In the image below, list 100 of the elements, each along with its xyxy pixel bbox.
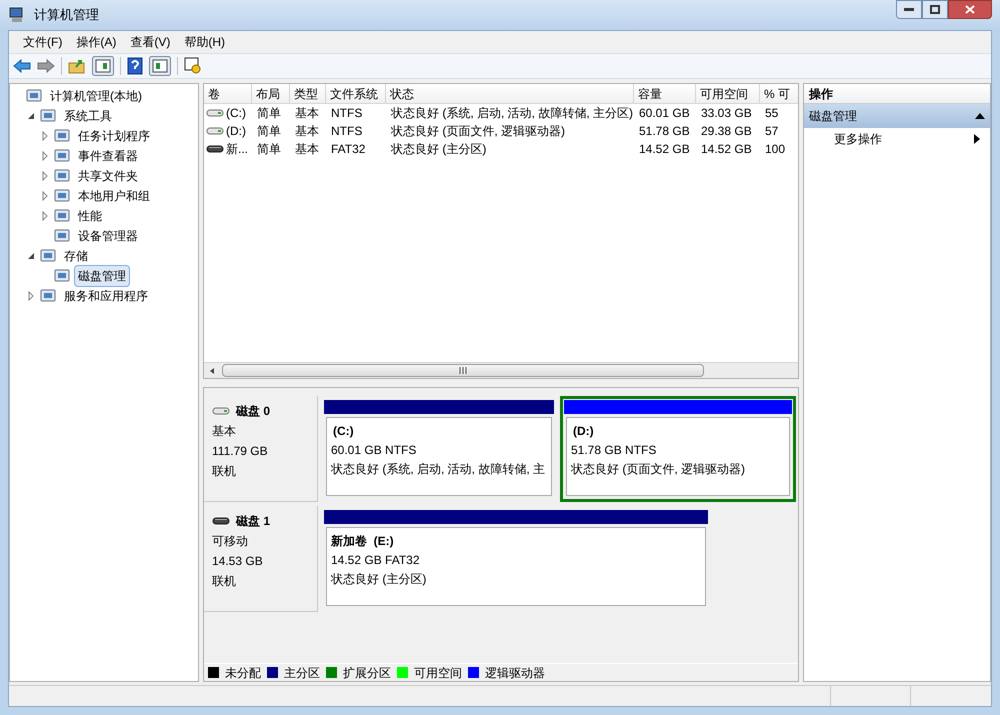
table-cell-text: 状态良好 (页面文件, 逻辑驱动器) [391, 123, 565, 140]
section-title: 磁盘管理 [809, 108, 857, 125]
drive-icon [212, 406, 230, 416]
table-cell-text: 基本 [295, 105, 319, 122]
column-header[interactable]: 类型 [290, 84, 326, 103]
table-cell-text: 基本 [295, 141, 319, 158]
drive-icon [212, 516, 230, 526]
node-icon [53, 148, 71, 164]
node-icon [53, 228, 71, 244]
table-cell-text: 100 [765, 141, 786, 158]
column-header[interactable]: 可用空间 [696, 84, 760, 103]
close-icon [965, 5, 975, 14]
tree-item[interactable]: 系统工具 [60, 105, 116, 127]
table-cell-text: 简单 [257, 105, 281, 122]
node-icon [39, 108, 57, 124]
tree-item[interactable]: 本地用户和组 [74, 185, 154, 207]
drive-icon [206, 126, 224, 136]
section-header[interactable]: 磁盘管理 [804, 104, 990, 128]
table-cell-text: NTFS [331, 123, 362, 140]
node-icon [53, 188, 71, 204]
column-header[interactable]: 布局 [252, 84, 290, 103]
drive-icon [206, 144, 224, 154]
node-icon [39, 288, 57, 304]
partition-status: 状态良好 (主分区) [331, 571, 428, 588]
table-cell-text: 简单 [257, 141, 281, 158]
table-cell-text: 51.78 GB [639, 123, 690, 140]
column-header[interactable]: 卷 [204, 84, 252, 103]
window-title: 计算机管理 [34, 6, 99, 24]
drive-icon [206, 108, 224, 118]
legend-label: 未分配 [225, 664, 261, 682]
tree-item[interactable]: 设备管理器 [74, 225, 142, 247]
legend-label: 主分区 [284, 664, 320, 682]
collapsed-icon[interactable] [26, 291, 36, 301]
menu-item[interactable]: 文件(F) [17, 31, 68, 53]
column-header[interactable]: % 可 [760, 84, 798, 103]
collapsed-icon[interactable] [40, 191, 50, 201]
tree-item[interactable]: 计算机管理(本地) [46, 85, 146, 107]
expanded-icon[interactable] [26, 111, 36, 121]
submenu-arrow-icon [974, 134, 980, 144]
column-header[interactable]: 状态 [386, 84, 634, 103]
table-cell-text: 60.01 GB [639, 105, 690, 122]
table-cell-text: 14.52 GB [701, 141, 752, 158]
node-icon [39, 248, 57, 264]
maximize-button[interactable] [922, 0, 948, 19]
tree-item[interactable]: 任务计划程序 [74, 125, 154, 147]
grip-icon [459, 367, 467, 374]
table-cell-text: 新... [226, 141, 248, 158]
table-cell-text: 57 [765, 123, 778, 140]
tree-item[interactable]: 共享文件夹 [74, 165, 142, 187]
table-cell-text: 14.52 GB [639, 141, 690, 158]
tree-pane-toggle-icon[interactable] [92, 56, 114, 76]
node-icon [53, 168, 71, 184]
node-icon [25, 88, 43, 104]
collapsed-icon[interactable] [40, 211, 50, 221]
partition-name: 新加卷 (E:) [331, 533, 395, 550]
tree-item[interactable]: 事件查看器 [74, 145, 142, 167]
tree-item[interactable]: 性能 [74, 205, 106, 227]
column-header[interactable]: 容量 [634, 84, 696, 103]
table-cell-text: 55 [765, 105, 778, 122]
horizontal-scrollbar[interactable] [204, 362, 798, 378]
partition-name: (D:) [572, 423, 595, 440]
close-button[interactable] [948, 0, 992, 19]
tree-item[interactable]: 磁盘管理 [74, 265, 130, 287]
table-cell-text: (D:) [226, 123, 246, 140]
table-cell-text: NTFS [331, 105, 362, 122]
partition[interactable]: (D:) 51.78 GB NTFS 状态良好 (页面文件, 逻辑驱动器) [560, 396, 796, 502]
menu-item[interactable]: 查看(V) [124, 31, 176, 53]
menu-item[interactable]: 操作(A) [70, 31, 122, 53]
menu-item[interactable]: 帮助(H) [178, 31, 231, 53]
tree-item[interactable]: 存储 [60, 245, 92, 267]
action-item[interactable]: 更多操作 [804, 128, 990, 150]
legend-label: 逻辑驱动器 [485, 664, 545, 682]
disk-status: 联机 [212, 463, 237, 480]
forward-arrow-icon[interactable] [37, 59, 55, 73]
maximize-icon [930, 5, 940, 14]
scrollbar-thumb[interactable] [222, 364, 704, 377]
properties-icon[interactable] [184, 57, 202, 75]
disk-type: 基本 [212, 423, 237, 440]
legend-label: 可用空间 [414, 664, 462, 682]
disk-size: 111.79 GB [212, 443, 269, 460]
collapse-icon[interactable] [975, 113, 985, 119]
help-icon[interactable] [127, 57, 143, 75]
table-cell-text: 状态良好 (系统, 启动, 活动, 故障转储, 主分区) [391, 105, 633, 122]
minimize-button[interactable] [896, 0, 922, 19]
collapsed-icon[interactable] [40, 151, 50, 161]
action-pane-toggle-icon[interactable] [149, 56, 171, 76]
partition-status: 状态良好 (系统, 启动, 活动, 故障转储, 主 [331, 461, 546, 478]
disk-type: 可移动 [212, 533, 249, 550]
legend-label: 扩展分区 [343, 664, 391, 682]
table-cell-text: 状态良好 (主分区) [391, 141, 486, 158]
back-arrow-icon[interactable] [13, 59, 31, 73]
expanded-icon[interactable] [26, 251, 36, 261]
collapsed-icon[interactable] [40, 131, 50, 141]
column-header[interactable]: 文件系统 [326, 84, 386, 103]
minimize-icon [904, 8, 914, 12]
action-label: 更多操作 [834, 131, 882, 148]
table-cell-text: 29.38 GB [701, 123, 752, 140]
tree-item[interactable]: 服务和应用程序 [60, 285, 152, 307]
up-folder-icon[interactable] [68, 58, 86, 74]
collapsed-icon[interactable] [40, 171, 50, 181]
